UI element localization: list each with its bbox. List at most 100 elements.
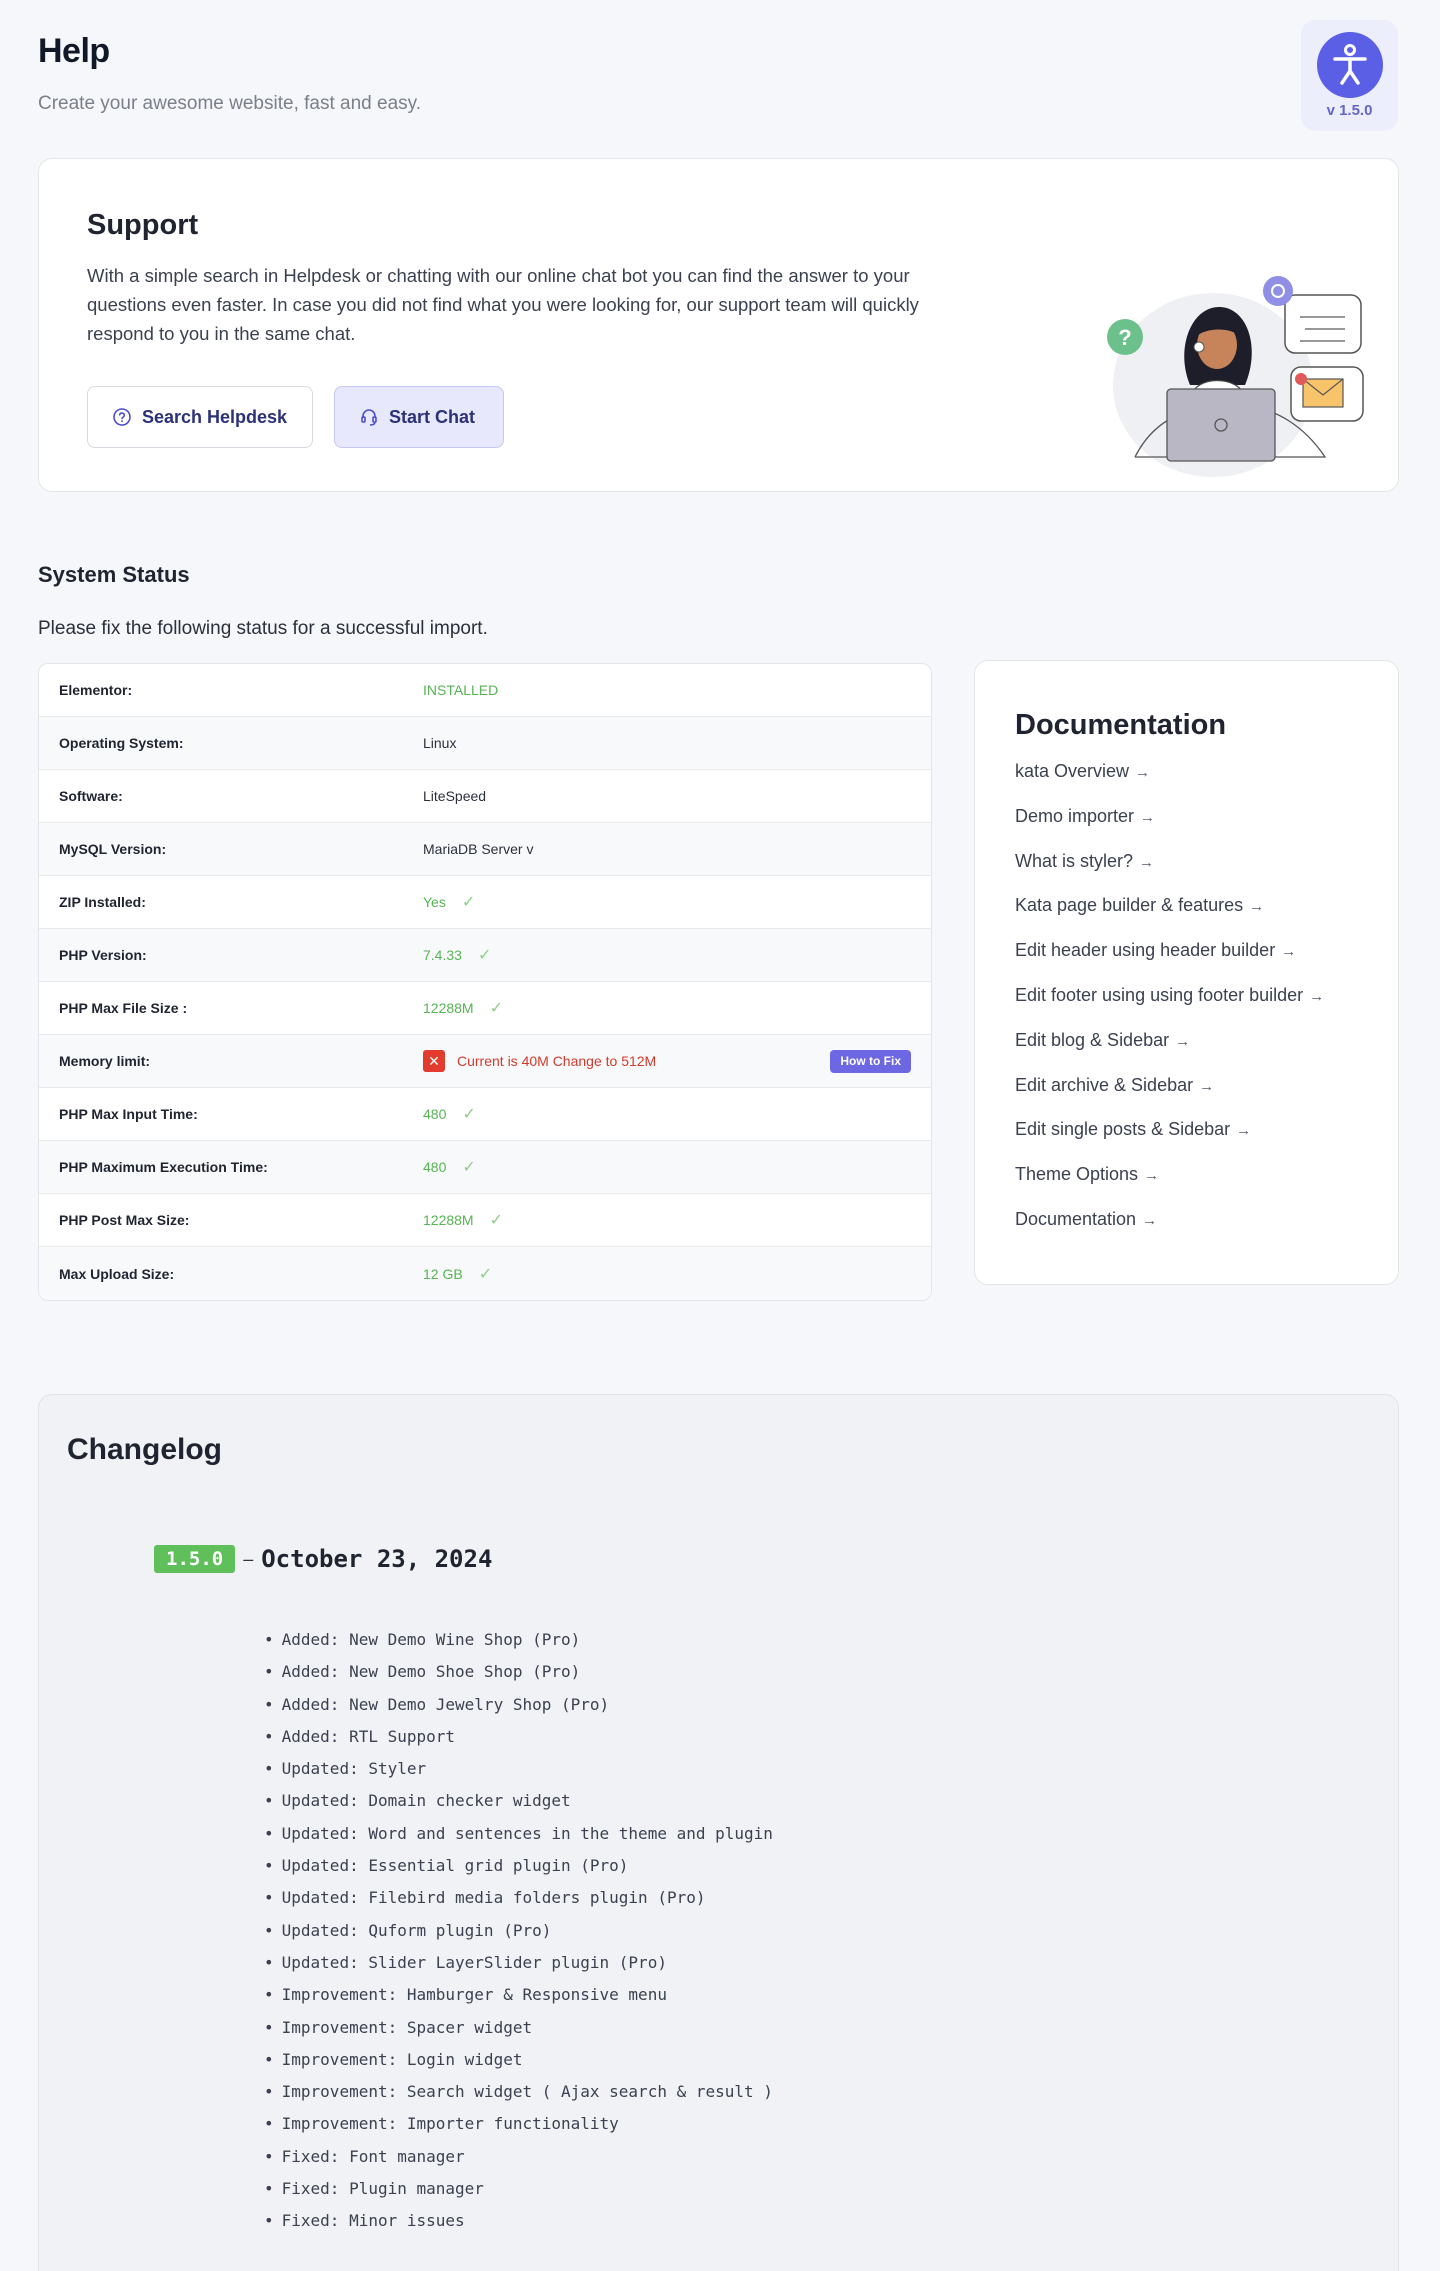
- status-value-text: 12288M: [423, 1212, 474, 1228]
- status-row: PHP Version: 7.4.33 ✓: [39, 929, 931, 982]
- version-label: v 1.5.0: [1326, 102, 1373, 119]
- system-status-table: Elementor: INSTALLED Operating System: Linu…: [38, 663, 932, 1301]
- status-label: ZIP Installed:: [59, 894, 146, 910]
- status-value: 12 GB ✓: [423, 1264, 492, 1284]
- documentation-link-label: kata Overview: [1015, 761, 1130, 781]
- accessibility-logo-icon: [1316, 32, 1383, 98]
- how-to-fix-button[interactable]: How to Fix: [830, 1049, 911, 1073]
- svg-text:?: ?: [1118, 325, 1131, 350]
- status-value-text: 7.4.33: [423, 947, 462, 963]
- documentation-title: Documentation: [1015, 709, 1227, 741]
- headset-icon: [359, 407, 379, 427]
- arrow-right-icon: →: [1140, 808, 1156, 826]
- documentation-link[interactable]: Edit single posts & Sidebar →: [1015, 1119, 1324, 1164]
- start-chat-button[interactable]: Start Chat: [334, 386, 504, 448]
- documentation-link[interactable]: Theme Options →: [1015, 1164, 1324, 1209]
- status-row: Memory limit: ✕ Current is 40M Change to 5…: [39, 1035, 931, 1088]
- status-value-text: Linux: [423, 735, 457, 751]
- arrow-right-icon: →: [1309, 987, 1325, 1005]
- changelog-item: Updated: Domain checker widget: [264, 1791, 773, 1823]
- checkmark-icon: ✓: [489, 1212, 503, 1229]
- changelog-item: Improvement: Importer functionality: [264, 2114, 773, 2146]
- arrow-right-icon: →: [1139, 853, 1155, 871]
- page-header: Help Create your awesome website, fast a…: [38, 32, 421, 115]
- status-label: PHP Post Max Size:: [59, 1212, 190, 1228]
- release-dash: –: [243, 1548, 254, 1569]
- documentation-link-label: Edit blog & Sidebar: [1015, 1029, 1170, 1050]
- checkmark-icon: ✓: [489, 1000, 503, 1017]
- status-label: MySQL Version:: [59, 841, 167, 857]
- status-value-text: INSTALLED: [423, 682, 499, 698]
- changelog-card: Changelog 1.5.0 – October 23, 2024 Added…: [38, 1394, 1399, 2271]
- documentation-link[interactable]: Edit archive & Sidebar →: [1015, 1075, 1324, 1120]
- release-date: October 23, 2024: [261, 1545, 493, 1573]
- status-label: PHP Max Input Time:: [59, 1106, 198, 1122]
- status-value: Yes ✓: [423, 892, 475, 912]
- status-label: Max Upload Size:: [59, 1265, 175, 1282]
- documentation-link-label: Theme Options: [1015, 1164, 1139, 1185]
- status-value: 480 ✓: [423, 1104, 476, 1124]
- changelog-item: Fixed: Minor issues: [264, 2211, 773, 2243]
- documentation-links: kata Overview → Demo importer → What is styl…: [1015, 761, 1324, 1254]
- changelog-item: Fixed: Plugin manager: [264, 2179, 773, 2211]
- documentation-card: Documentation kata Overview → Demo importe…: [974, 660, 1399, 1285]
- documentation-link[interactable]: kata Overview →: [1015, 761, 1324, 806]
- arrow-right-icon: →: [1199, 1077, 1215, 1095]
- status-value-text: 12288M: [423, 1000, 474, 1016]
- status-value-text: 480: [423, 1159, 447, 1175]
- arrow-right-icon: →: [1142, 1211, 1158, 1229]
- status-value-text: MariaDB Server v: [423, 841, 534, 857]
- status-row: Software: LiteSpeed: [39, 770, 931, 823]
- changelog-item: Updated: Essential grid plugin (Pro): [264, 1856, 773, 1888]
- status-label: Elementor:: [59, 682, 133, 698]
- arrow-right-icon: →: [1249, 898, 1265, 916]
- status-value-text: Current is 40M Change to 512M: [457, 1053, 657, 1069]
- status-label: PHP Max File Size :: [59, 1000, 188, 1016]
- changelog-item: Updated: Slider LayerSlider plugin (Pro): [264, 1953, 773, 1985]
- checkmark-icon: ✓: [477, 947, 492, 964]
- system-status-subtitle: Please fix the following status for a su…: [38, 618, 488, 639]
- arrow-right-icon: →: [1144, 1167, 1160, 1185]
- status-row: MySQL Version: MariaDB Server v: [39, 823, 931, 876]
- documentation-link[interactable]: What is styler? →: [1015, 851, 1324, 896]
- checkmark-icon: ✓: [478, 1265, 493, 1283]
- changelog-item: Improvement: Search widget ( Ajax search…: [264, 2082, 773, 2114]
- documentation-link-label: Edit single posts & Sidebar: [1015, 1119, 1231, 1140]
- documentation-link[interactable]: Kata page builder & features →: [1015, 895, 1324, 940]
- documentation-link[interactable]: Edit header using header builder →: [1015, 940, 1324, 985]
- documentation-link[interactable]: Edit footer using using footer builder →: [1015, 985, 1324, 1030]
- page-title: Help: [38, 32, 110, 70]
- documentation-link-label: Edit footer using using footer builder: [1015, 984, 1304, 1005]
- changelog-title: Changelog: [67, 1433, 222, 1466]
- arrow-right-icon: →: [1236, 1122, 1252, 1140]
- status-value-text: Yes: [423, 894, 446, 910]
- status-value: ✕ Current is 40M Change to 512M: [423, 1050, 656, 1072]
- changelog-item: Updated: Word and sentences in the theme…: [264, 1824, 773, 1856]
- status-value: INSTALLED: [423, 682, 498, 698]
- changelog-list: Added: New Demo Wine Shop (Pro)Added: Ne…: [264, 1630, 773, 2244]
- arrow-right-icon: →: [1175, 1032, 1191, 1050]
- changelog-item: Added: New Demo Jewelry Shop (Pro): [264, 1695, 773, 1727]
- documentation-link-label: Documentation: [1015, 1208, 1137, 1229]
- documentation-link[interactable]: Documentation →: [1015, 1209, 1324, 1254]
- status-value: Linux: [423, 735, 456, 751]
- status-value-text: 480: [423, 1106, 447, 1122]
- documentation-link[interactable]: Demo importer →: [1015, 806, 1324, 851]
- status-row: PHP Max Input Time: 480 ✓: [39, 1088, 931, 1141]
- documentation-link[interactable]: Edit blog & Sidebar →: [1015, 1030, 1324, 1075]
- documentation-link-label: What is styler?: [1015, 850, 1134, 871]
- support-title: Support: [87, 209, 199, 241]
- changelog-item: Updated: Quform plugin (Pro): [264, 1921, 773, 1953]
- system-status-title: System Status: [38, 562, 190, 587]
- search-helpdesk-button[interactable]: Search Helpdesk: [87, 386, 313, 448]
- status-row: PHP Maximum Execution Time: 480 ✓: [39, 1141, 931, 1194]
- support-agent-illustration-icon: ?: [1107, 276, 1364, 477]
- status-row: PHP Max File Size : 12288M ✓: [39, 982, 931, 1035]
- status-row: Max Upload Size: 12 GB ✓: [39, 1247, 931, 1300]
- changelog-item: Updated: Styler: [264, 1759, 773, 1791]
- status-label: Memory limit:: [59, 1053, 151, 1069]
- changelog-item: Improvement: Spacer widget: [264, 2018, 773, 2050]
- changelog-item: Fixed: Font manager: [264, 2147, 773, 2179]
- status-row: Elementor: INSTALLED: [39, 664, 931, 717]
- status-value-text: 12 GB: [423, 1265, 463, 1282]
